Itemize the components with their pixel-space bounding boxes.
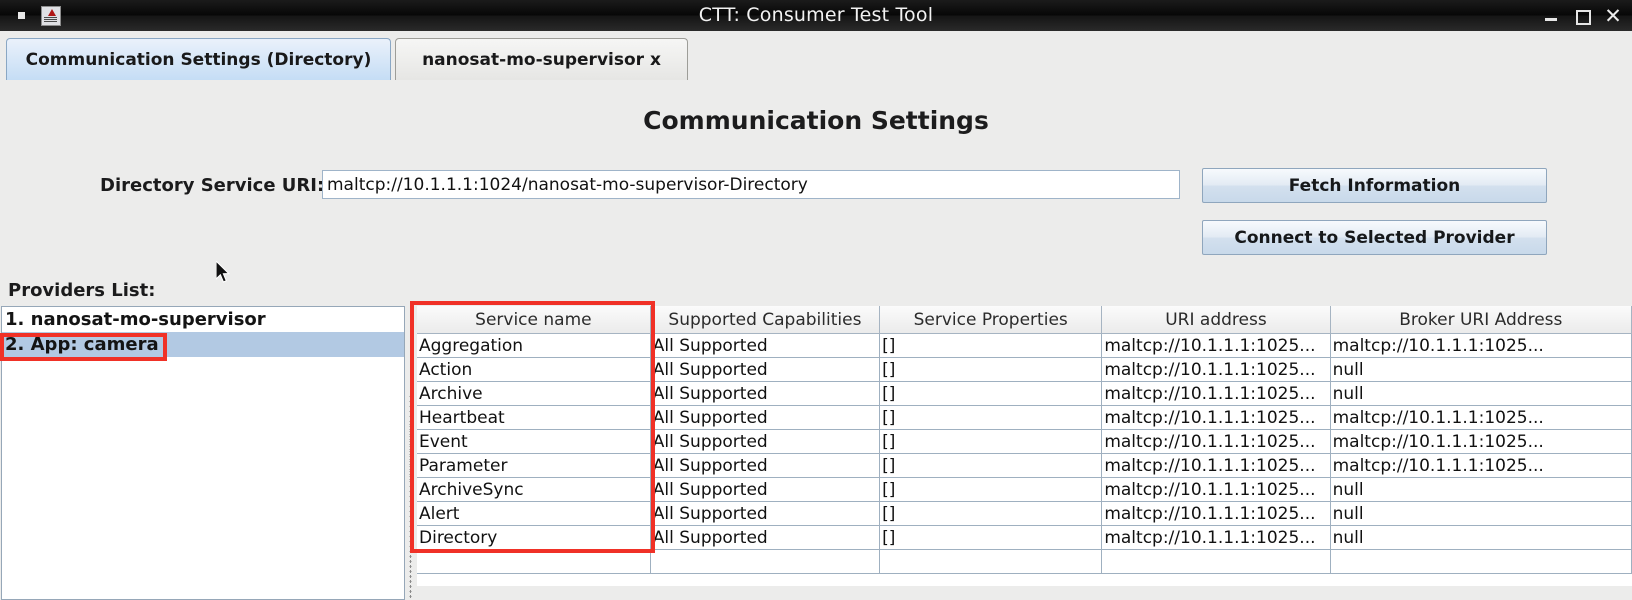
table-header-row: Service name Supported Capabilities Serv…: [417, 306, 1632, 334]
column-header-service-name[interactable]: Service name: [417, 306, 651, 334]
cell-supported-capabilities[interactable]: All Supported: [650, 381, 881, 406]
table-row[interactable]: Alert All Supported [] maltcp://10.1.1.1…: [417, 501, 1632, 526]
cell-uri-address[interactable]: maltcp://10.1.1.1:1025...: [1101, 477, 1331, 502]
cell-service-name[interactable]: Archive: [417, 381, 651, 406]
table-row[interactable]: Directory All Supported [] maltcp://10.1…: [417, 525, 1632, 550]
fetch-information-button[interactable]: Fetch Information: [1202, 168, 1547, 203]
filler-cell: [879, 549, 1103, 574]
table-bottom-gap: [417, 586, 1632, 600]
cell-service-name[interactable]: Aggregation: [417, 333, 651, 358]
table-row[interactable]: Event All Supported [] maltcp://10.1.1.1…: [417, 429, 1632, 454]
window-controls: ✕: [1542, 0, 1622, 31]
cell-broker-uri-address[interactable]: null: [1330, 501, 1632, 526]
window-menu-dot-icon[interactable]: [18, 12, 25, 19]
cell-uri-address[interactable]: maltcp://10.1.1.1:1025...: [1101, 429, 1331, 454]
cell-uri-address[interactable]: maltcp://10.1.1.1:1025...: [1101, 453, 1331, 478]
cell-uri-address[interactable]: maltcp://10.1.1.1:1025...: [1101, 501, 1331, 526]
cell-broker-uri-address[interactable]: null: [1330, 381, 1632, 406]
cell-service-properties[interactable]: []: [879, 333, 1103, 358]
table-row[interactable]: Aggregation All Supported [] maltcp://10…: [417, 333, 1632, 358]
cell-service-properties[interactable]: []: [879, 477, 1103, 502]
tab-bar: Communication Settings (Directory) nanos…: [0, 31, 1632, 81]
cell-supported-capabilities[interactable]: All Supported: [650, 477, 881, 502]
directory-service-uri-label: Directory Service URI:: [100, 175, 325, 196]
cell-service-properties[interactable]: []: [879, 405, 1103, 430]
filler-cell: [417, 549, 651, 574]
cell-service-properties[interactable]: []: [879, 453, 1103, 478]
table-filler-row: [417, 549, 1632, 574]
cell-broker-uri-address[interactable]: null: [1330, 525, 1632, 550]
cell-broker-uri-address[interactable]: null: [1330, 477, 1632, 502]
cell-service-name[interactable]: Heartbeat: [417, 405, 651, 430]
services-table: Service name Supported Capabilities Serv…: [417, 306, 1632, 574]
providers-list-label: Providers List:: [8, 280, 156, 301]
cell-broker-uri-address[interactable]: maltcp://10.1.1.1:1025...: [1330, 453, 1632, 478]
window-title: CTT: Consumer Test Tool: [698, 4, 934, 26]
column-header-supported-capabilities[interactable]: Supported Capabilities: [650, 306, 881, 334]
cell-broker-uri-address[interactable]: maltcp://10.1.1.1:1025...: [1330, 405, 1632, 430]
cell-service-name[interactable]: ArchiveSync: [417, 477, 651, 502]
cell-uri-address[interactable]: maltcp://10.1.1.1:1025...: [1101, 525, 1331, 550]
column-header-uri-address[interactable]: URI address: [1101, 306, 1331, 334]
filler-cell: [1101, 549, 1331, 574]
cell-service-properties[interactable]: []: [879, 357, 1103, 382]
page-title: Communication Settings: [643, 106, 989, 135]
cell-service-properties[interactable]: []: [879, 501, 1103, 526]
cell-supported-capabilities[interactable]: All Supported: [650, 453, 881, 478]
cell-broker-uri-address[interactable]: maltcp://10.1.1.1:1025...: [1330, 333, 1632, 358]
cell-supported-capabilities[interactable]: All Supported: [650, 429, 881, 454]
cell-supported-capabilities[interactable]: All Supported: [650, 405, 881, 430]
cell-service-name[interactable]: Directory: [417, 525, 651, 550]
column-header-broker-uri-address[interactable]: Broker URI Address: [1330, 306, 1632, 334]
cell-uri-address[interactable]: maltcp://10.1.1.1:1025...: [1101, 405, 1331, 430]
filler-cell: [650, 549, 881, 574]
cell-service-name[interactable]: Action: [417, 357, 651, 382]
providers-list[interactable]: 1. nanosat-mo-supervisor 2. App: camera: [1, 306, 405, 600]
filler-cell: [1330, 549, 1632, 574]
directory-service-uri-input[interactable]: [322, 170, 1180, 199]
ctt-application-window: CTT: Consumer Test Tool ✕ Communication …: [0, 0, 1632, 600]
cell-supported-capabilities[interactable]: All Supported: [650, 357, 881, 382]
cell-service-name[interactable]: Alert: [417, 501, 651, 526]
table-row[interactable]: Action All Supported [] maltcp://10.1.1.…: [417, 357, 1632, 382]
cell-uri-address[interactable]: maltcp://10.1.1.1:1025...: [1101, 333, 1331, 358]
cell-service-properties[interactable]: []: [879, 429, 1103, 454]
cell-service-properties[interactable]: []: [879, 525, 1103, 550]
minimize-icon[interactable]: [1542, 7, 1560, 25]
close-icon[interactable]: ✕: [1604, 5, 1622, 26]
cell-uri-address[interactable]: maltcp://10.1.1.1:1025...: [1101, 357, 1331, 382]
java-app-icon: [41, 5, 61, 26]
cell-service-name[interactable]: Parameter: [417, 453, 651, 478]
cell-service-properties[interactable]: []: [879, 381, 1103, 406]
cell-broker-uri-address[interactable]: maltcp://10.1.1.1:1025...: [1330, 429, 1632, 454]
cell-supported-capabilities[interactable]: All Supported: [650, 525, 881, 550]
table-row[interactable]: Parameter All Supported [] maltcp://10.1…: [417, 453, 1632, 478]
cell-service-name[interactable]: Event: [417, 429, 651, 454]
cell-supported-capabilities[interactable]: All Supported: [650, 501, 881, 526]
maximize-icon[interactable]: [1573, 7, 1591, 25]
services-table-body: Aggregation All Supported [] maltcp://10…: [417, 333, 1632, 574]
list-item[interactable]: 2. App: camera: [2, 332, 404, 357]
table-row[interactable]: ArchiveSync All Supported [] maltcp://10…: [417, 477, 1632, 502]
list-item[interactable]: 1. nanosat-mo-supervisor: [2, 307, 404, 332]
table-row[interactable]: Archive All Supported [] maltcp://10.1.1…: [417, 381, 1632, 406]
cell-broker-uri-address[interactable]: null: [1330, 357, 1632, 382]
connect-to-selected-provider-button[interactable]: Connect to Selected Provider: [1202, 220, 1547, 255]
tab-nanosat-mo-supervisor[interactable]: nanosat-mo-supervisor x: [395, 38, 688, 80]
cell-uri-address[interactable]: maltcp://10.1.1.1:1025...: [1101, 381, 1331, 406]
tab-communication-settings[interactable]: Communication Settings (Directory): [6, 38, 391, 80]
window-titlebar: CTT: Consumer Test Tool ✕: [0, 0, 1632, 31]
communication-settings-panel: Communication Settings Directory Service…: [0, 80, 1632, 600]
table-left-rail-grip-icon[interactable]: [409, 394, 412, 600]
cell-supported-capabilities[interactable]: All Supported: [650, 333, 881, 358]
column-header-service-properties[interactable]: Service Properties: [879, 306, 1103, 334]
table-row[interactable]: Heartbeat All Supported [] maltcp://10.1…: [417, 405, 1632, 430]
services-table-panel: Service name Supported Capabilities Serv…: [417, 306, 1632, 600]
